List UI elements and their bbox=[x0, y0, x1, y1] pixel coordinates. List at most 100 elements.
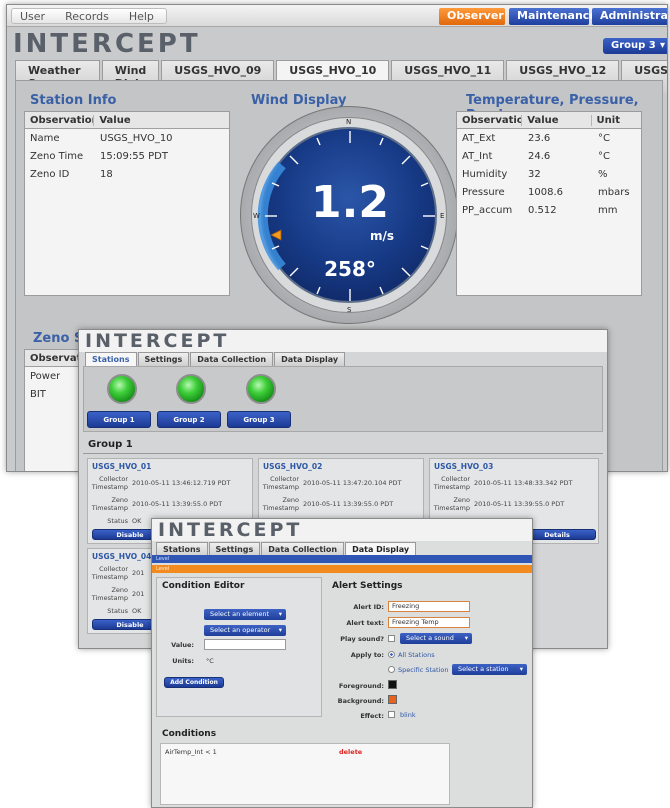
column-header: Observation bbox=[25, 114, 95, 126]
all-stations-label: All Stations bbox=[398, 651, 435, 659]
cell: 15:09:55 PDT bbox=[100, 150, 168, 162]
column-header: Unit bbox=[596, 114, 620, 126]
zeno-label: Zeno Timestamp bbox=[91, 496, 128, 512]
collector-label: Collector Timestamp bbox=[91, 565, 128, 581]
zeno-label: Zeno Timestamp bbox=[91, 586, 128, 602]
section-title: Group 1 bbox=[88, 439, 133, 450]
value-input[interactable] bbox=[204, 639, 286, 650]
group-select[interactable]: Group 3 ▾ bbox=[603, 38, 667, 54]
menu-records[interactable]: Records bbox=[65, 10, 109, 23]
alert-text-input[interactable]: Freezing Temp bbox=[388, 617, 470, 628]
group-3-button[interactable]: Group 3 bbox=[227, 411, 291, 428]
sound-select-value: Select a sound bbox=[406, 634, 454, 642]
cell: 18 bbox=[100, 168, 113, 180]
station-name[interactable]: USGS_HVO_01 bbox=[88, 459, 252, 474]
foreground-label: Foreground: bbox=[338, 682, 384, 690]
station-name[interactable]: USGS_HVO_03 bbox=[430, 459, 598, 474]
collector-value: 2010-05-11 13:46:12.719 PDT bbox=[132, 479, 231, 487]
specific-station-label: Specific Station bbox=[398, 666, 449, 674]
zeno-label: Zeno Timestamp bbox=[262, 496, 299, 512]
table-row: Humidity 32% bbox=[457, 165, 641, 183]
app-logo: INTERCEPT bbox=[158, 519, 303, 541]
operator-select[interactable]: Select an operator ▾ bbox=[204, 625, 286, 636]
chevron-down-icon: ▾ bbox=[519, 665, 523, 673]
effect-label: Effect: bbox=[360, 712, 384, 720]
collector-label: Collector Timestamp bbox=[262, 475, 299, 491]
sound-select[interactable]: Select a sound ▾ bbox=[400, 633, 472, 644]
alert-window: INTERCEPT Stations Settings Data Collect… bbox=[151, 518, 533, 808]
cell: 23.6 bbox=[528, 132, 551, 144]
chevron-down-icon: ▾ bbox=[278, 610, 282, 618]
observer-button[interactable]: Observer bbox=[439, 8, 505, 25]
tab-data-collection[interactable]: Data Collection bbox=[190, 352, 274, 367]
specific-station-radio[interactable] bbox=[388, 666, 395, 673]
play-sound-checkbox[interactable] bbox=[388, 635, 395, 642]
station-select[interactable]: Select a station ▾ bbox=[452, 664, 527, 675]
table-row: Zeno Time 15:09:55 PDT bbox=[25, 147, 229, 165]
collector-value: 2010-05-11 13:47:20.104 PDT bbox=[303, 479, 402, 487]
wind-speed: 1.2 bbox=[311, 177, 389, 228]
menu-group: User Records Help bbox=[11, 8, 167, 24]
alert-id-input[interactable]: Freezing bbox=[388, 601, 470, 612]
cell: Humidity bbox=[462, 168, 508, 180]
stations-tabs: Stations Settings Data Collection Data D… bbox=[85, 352, 346, 367]
tab-data-display[interactable]: Data Display bbox=[274, 352, 346, 367]
collector-value: 201 bbox=[132, 569, 145, 577]
list-item[interactable]: AirTemp_Int < 1 bbox=[165, 748, 217, 756]
tpp-table: Observation Value Unit AT_Ext 23.6 °C AT_I… bbox=[456, 111, 642, 296]
conditions-title: Conditions bbox=[162, 729, 217, 739]
tab-settings[interactable]: Settings bbox=[137, 352, 190, 367]
column-header: Observation bbox=[457, 114, 523, 126]
tab-stations[interactable]: Stations bbox=[85, 352, 137, 367]
cell: BIT bbox=[30, 388, 46, 400]
table-row: Name USGS_HVO_10 bbox=[25, 129, 229, 147]
table-row: Pressure 1008.6 mbars bbox=[457, 183, 641, 201]
play-sound-label: Play sound? bbox=[340, 635, 384, 643]
group-2-button[interactable]: Group 2 bbox=[157, 411, 221, 428]
foreground-color-swatch[interactable] bbox=[388, 680, 397, 689]
app-logo: INTERCEPT bbox=[13, 29, 201, 59]
chevron-down-icon: ▾ bbox=[278, 626, 282, 634]
table-row: Zeno ID 18 bbox=[25, 165, 229, 183]
all-stations-radio[interactable] bbox=[388, 651, 395, 658]
condition-editor-title: Condition Editor bbox=[162, 581, 245, 591]
cell: 24.6 bbox=[528, 150, 551, 162]
status-led-icon bbox=[246, 374, 276, 404]
maintenance-button[interactable]: Maintenance bbox=[509, 8, 597, 25]
station-select-value: Select a station bbox=[458, 665, 509, 673]
background-color-swatch[interactable] bbox=[388, 695, 397, 704]
group-1-button[interactable]: Group 1 bbox=[87, 411, 151, 428]
status-value: OK bbox=[132, 517, 142, 525]
status-led-icon bbox=[107, 374, 137, 404]
zeno-value: 2010-05-11 13:39:55.0 PDT bbox=[303, 500, 394, 508]
menu-user[interactable]: User bbox=[20, 10, 45, 23]
compass-n: N bbox=[346, 118, 352, 126]
background-label: Background: bbox=[337, 697, 384, 705]
cell: 1008.6 bbox=[528, 186, 563, 198]
column-header: Value bbox=[522, 114, 592, 126]
alert-text-label: Alert text: bbox=[346, 619, 384, 627]
cell: % bbox=[598, 168, 608, 180]
zeno-value: 201 bbox=[132, 590, 145, 598]
status-led-icon bbox=[176, 374, 206, 404]
menu-help[interactable]: Help bbox=[129, 10, 154, 23]
status-label: Status bbox=[107, 517, 128, 525]
cell: °C bbox=[598, 150, 610, 162]
chevron-down-icon: ▾ bbox=[464, 634, 468, 642]
blink-checkbox[interactable] bbox=[388, 711, 395, 718]
administrator-button[interactable]: Administrator bbox=[592, 8, 667, 25]
add-condition-button[interactable]: Add Condition bbox=[164, 677, 224, 688]
station-name[interactable]: USGS_HVO_02 bbox=[259, 459, 423, 474]
column-header: Observati bbox=[25, 352, 86, 364]
wind-gauge: N E S W 1.2 m/s 258° bbox=[240, 106, 458, 324]
cell: Zeno Time bbox=[30, 150, 84, 162]
zeno-value: 2010-05-11 13:39:55.0 PDT bbox=[474, 500, 565, 508]
cell: mbars bbox=[598, 186, 630, 198]
units-label: Units: bbox=[172, 657, 194, 665]
cell: PP_accum bbox=[462, 204, 513, 216]
status-value: OK bbox=[132, 607, 142, 615]
zeno-value: 2010-05-11 13:39:55.0 PDT bbox=[132, 500, 223, 508]
wind-display-title: Wind Display bbox=[251, 93, 347, 108]
delete-link[interactable]: delete bbox=[339, 748, 362, 756]
element-select[interactable]: Select an element ▾ bbox=[204, 609, 286, 620]
